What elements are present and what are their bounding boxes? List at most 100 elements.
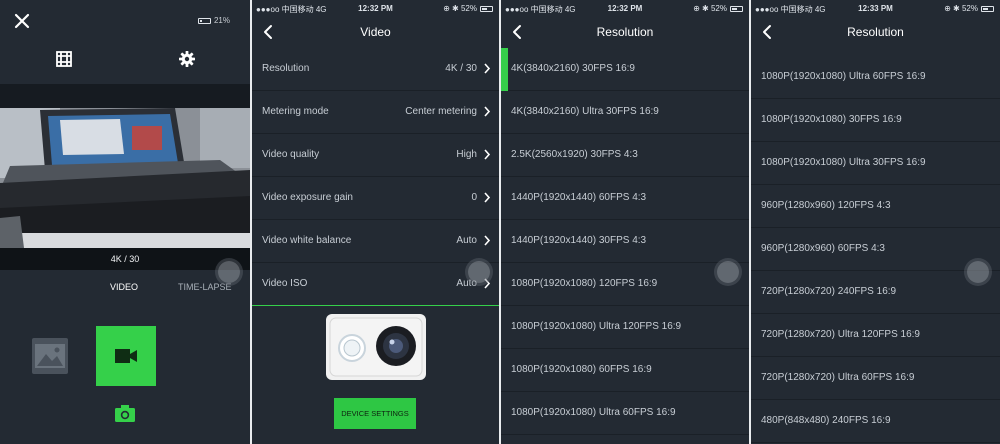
battery-icon xyxy=(981,6,994,12)
resolution-option[interactable]: 720P(1280x720) Ultra 60FPS 16:9 xyxy=(751,357,1000,400)
device-settings-button[interactable]: DEVICE SETTINGS xyxy=(334,398,416,429)
settings-row-video-quality[interactable]: Video quality High xyxy=(252,134,499,177)
camera-battery-percent: 21% xyxy=(213,16,230,25)
current-resolution-label: 4K / 30 xyxy=(0,248,250,270)
resolution-option-label: 720P(1280x720) Ultra 60FPS 16:9 xyxy=(761,372,915,383)
resolution-option-label: 1080P(1920x1080) Ultra 60FPS 16:9 xyxy=(761,71,926,82)
resolution-option-label: 1440P(1920x1440) 60FPS 4:3 xyxy=(511,192,647,203)
resolution-option-label: 480P(848x480) 240FPS 16:9 xyxy=(761,415,891,426)
resolution-option-label: 4K(3840x2160) 30FPS 16:9 xyxy=(511,63,635,74)
resolution-option-selected[interactable]: 4K(3840x2160) 30FPS 16:9 xyxy=(501,48,749,91)
page-title: Resolution xyxy=(847,25,904,39)
assistive-touch-button[interactable] xyxy=(218,261,240,283)
video-settings-screen: ●●●oo 中国移动 4G 12:32 PM ⊕ ✱ 52% Video Res… xyxy=(252,0,499,444)
nav-header: Resolution xyxy=(501,16,749,48)
assistive-touch-button[interactable] xyxy=(967,261,989,283)
chevron-right-icon xyxy=(484,192,491,203)
resolution-option-label: 2.5K(2560x1920) 30FPS 4:3 xyxy=(511,149,638,160)
record-button[interactable] xyxy=(96,326,156,386)
resolution-option[interactable]: 720P(1280x720) Ultra 120FPS 16:9 xyxy=(751,314,1000,357)
nav-header: Video xyxy=(252,16,499,48)
settings-row-value: Auto xyxy=(456,235,477,246)
status-battery-percent: 52% xyxy=(961,4,978,13)
status-battery: ⊕ ✱ 52% xyxy=(443,4,493,13)
battery-icon xyxy=(197,18,211,24)
settings-row-label: Metering mode xyxy=(262,106,329,117)
resolution-option[interactable]: 4K(3840x2160) Ultra 30FPS 16:9 xyxy=(501,91,749,134)
chevron-right-icon xyxy=(484,63,491,74)
resolution-option[interactable]: 960P(1280x960) 120FPS 4:3 xyxy=(751,185,1000,228)
settings-row-label: Video white balance xyxy=(262,235,352,246)
resolution-option-label: 720P(1280x720) 240FPS 16:9 xyxy=(761,286,897,297)
resolution-option-label: 4K(3840x2160) Ultra 30FPS 16:9 xyxy=(511,106,659,117)
resolution-option-label: 1080P(1920x1080) Ultra 120FPS 16:9 xyxy=(511,321,682,332)
settings-row-value: High xyxy=(456,149,477,160)
status-battery: ⊕ ✱ 52% xyxy=(693,4,743,13)
gallery-button[interactable] xyxy=(32,338,68,374)
resolution-option[interactable]: 1080P(1920x1080) Ultra 60FPS 16:9 xyxy=(751,56,1000,99)
assistive-touch-button[interactable] xyxy=(468,261,490,283)
gear-icon[interactable] xyxy=(178,50,196,68)
settings-row-white-balance[interactable]: Video white balance Auto xyxy=(252,220,499,263)
settings-row-value: Center metering xyxy=(405,106,477,117)
resolution-option[interactable]: 1440P(1920x1440) 30FPS 4:3 xyxy=(501,220,749,263)
resolution-option-label: 1080P(1920x1080) 120FPS 16:9 xyxy=(511,278,658,289)
gallery-icon xyxy=(35,344,65,368)
battery-icon xyxy=(480,6,493,12)
settings-row-label: Video quality xyxy=(262,149,320,160)
resolution-option[interactable]: 720P(1280x720) 240FPS 16:9 xyxy=(751,271,1000,314)
resolution-option-label: 1080P(1920x1080) Ultra 30FPS 16:9 xyxy=(761,157,926,168)
nav-header: Resolution xyxy=(751,16,1000,48)
resolution-option[interactable]: 960P(1280x960) 60FPS 4:3 xyxy=(751,228,1000,271)
chevron-right-icon xyxy=(484,235,491,246)
chevron-right-icon xyxy=(484,149,491,160)
status-battery-percent: 52% xyxy=(710,4,727,13)
settings-row-value: 4K / 30 xyxy=(445,63,477,74)
page-title: Video xyxy=(360,25,391,39)
status-bar: ●●●oo 中国移动 4G 12:32 PM ⊕ ✱ 52% xyxy=(501,0,749,16)
settings-row-exposure-gain[interactable]: Video exposure gain 0 xyxy=(252,177,499,220)
battery-icon xyxy=(730,6,743,12)
settings-row-label: Resolution xyxy=(262,63,310,74)
resolution-option[interactable]: 1440P(1920x1440) 60FPS 4:3 xyxy=(501,177,749,220)
resolution-option[interactable]: 1080P(1920x1080) 30FPS 16:9 xyxy=(751,99,1000,142)
settings-row-label: Video exposure gain xyxy=(262,192,353,203)
resolution-option-label: 960P(1280x960) 60FPS 4:3 xyxy=(761,243,885,254)
camera-battery-status: 21% xyxy=(195,16,230,25)
resolution-option-label: 720P(1280x720) Ultra 120FPS 16:9 xyxy=(761,329,920,340)
resolution-option-label: 960P(1280x960) 120FPS 4:3 xyxy=(761,200,891,211)
settings-row-label: Video ISO xyxy=(262,278,308,289)
camera-icon[interactable] xyxy=(114,403,136,423)
resolution-option-label: 1080P(1920x1080) 60FPS 16:9 xyxy=(511,364,652,375)
camera-preview-image xyxy=(0,108,250,248)
resolution-option[interactable]: 1080P(1920x1080) 120FPS 16:9 xyxy=(501,263,749,306)
resolution-option[interactable]: 2.5K(2560x1920) 30FPS 4:3 xyxy=(501,134,749,177)
resolution-option[interactable]: 1080P(1920x1080) Ultra 30FPS 16:9 xyxy=(751,142,1000,185)
chevron-right-icon xyxy=(484,106,491,117)
resolution-option[interactable]: 1080P(1920x1080) 60FPS 16:9 xyxy=(501,349,749,392)
status-battery: ⊕ ✱ 52% xyxy=(944,4,994,13)
video-camera-icon xyxy=(115,349,137,363)
status-bar: ●●●oo 中国移动 4G 12:32 PM ⊕ ✱ 52% xyxy=(252,0,499,16)
page-title: Resolution xyxy=(596,25,654,39)
mode-tab-timelapse[interactable]: TIME-LAPSE xyxy=(178,282,232,292)
resolution-option[interactable]: 1080P(1920x1080) Ultra 60FPS 16:9 xyxy=(501,392,749,435)
close-icon[interactable] xyxy=(13,12,31,30)
status-battery-percent: 52% xyxy=(460,4,477,13)
resolution-screen-2: ●●●oo 中国移动 4G 12:33 PM ⊕ ✱ 52% Resolutio… xyxy=(751,0,1000,444)
resolution-option[interactable]: 1080P(1920x1080) Ultra 120FPS 16:9 xyxy=(501,306,749,349)
resolution-option-label: 1080P(1920x1080) 30FPS 16:9 xyxy=(761,114,902,125)
grid-icon[interactable] xyxy=(55,50,73,68)
device-image xyxy=(326,314,426,380)
selected-indicator xyxy=(501,48,508,91)
mode-tab-video[interactable]: VIDEO xyxy=(110,282,138,292)
resolution-screen-1: ●●●oo 中国移动 4G 12:32 PM ⊕ ✱ 52% Resolutio… xyxy=(501,0,749,444)
resolution-option-label: 1440P(1920x1440) 30FPS 4:3 xyxy=(511,235,647,246)
settings-row-metering-mode[interactable]: Metering mode Center metering xyxy=(252,91,499,134)
resolution-option[interactable]: 480P(848x480) 240FPS 16:9 xyxy=(751,400,1000,443)
settings-row-iso[interactable]: Video ISO Auto xyxy=(252,263,499,306)
assistive-touch-button[interactable] xyxy=(717,261,739,283)
settings-row-resolution[interactable]: Resolution 4K / 30 xyxy=(252,48,499,91)
status-bar: ●●●oo 中国移动 4G 12:33 PM ⊕ ✱ 52% xyxy=(751,0,1000,16)
preview-top-band xyxy=(0,84,250,108)
